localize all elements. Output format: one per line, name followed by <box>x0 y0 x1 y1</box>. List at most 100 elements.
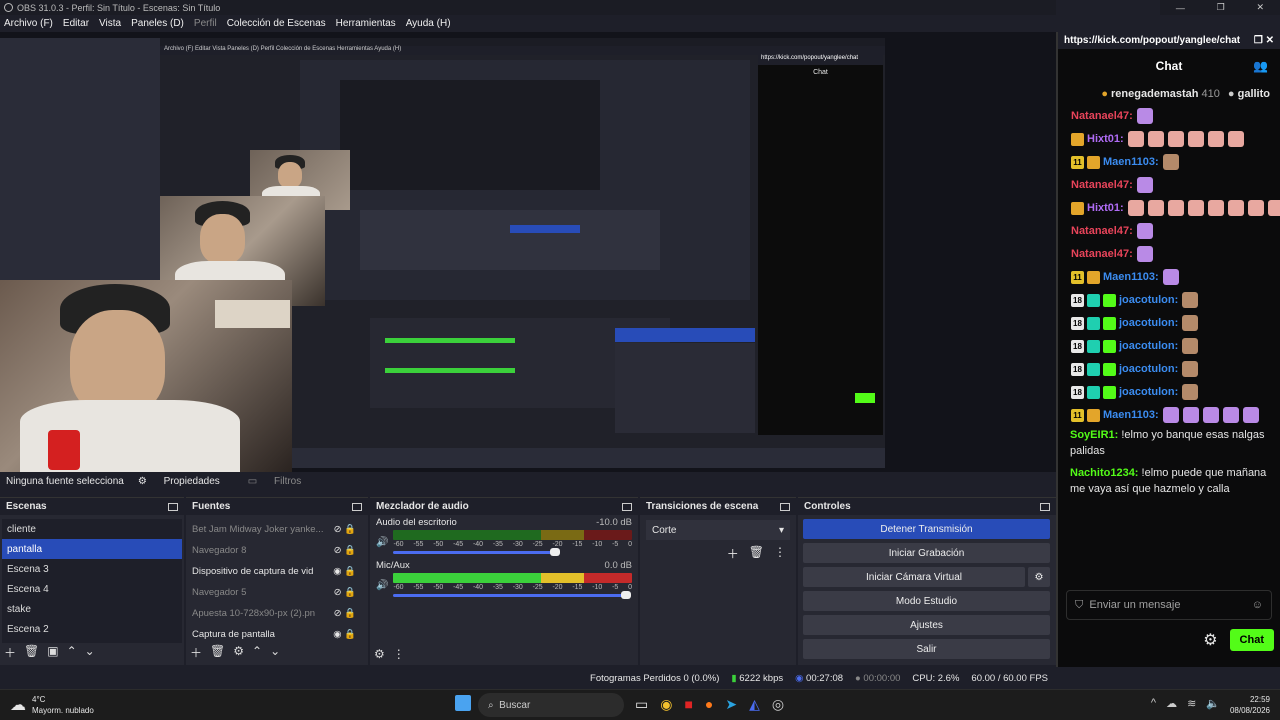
source-item[interactable]: Dispositivo de captura de vid ◉ 🔒 <box>188 561 366 582</box>
more-icon[interactable]: ⋮ <box>393 647 405 661</box>
delete-source-icon[interactable]: 🗑 <box>210 644 225 661</box>
firefox-icon[interactable]: ● <box>705 696 713 713</box>
source-item[interactable]: Navegador 8 ⊘ 🔒 <box>188 540 366 561</box>
source-item[interactable]: Bet Jam Midway Joker yanke... ⊘ 🔒 <box>188 519 366 540</box>
telegram-icon[interactable]: ➤ <box>725 696 737 713</box>
eye-hidden-icon[interactable]: ⊘ 🔒 <box>334 545 356 556</box>
menu-vista[interactable]: Vista <box>99 18 121 29</box>
transition-select[interactable]: Corte ▾ <box>646 520 790 540</box>
kick-window-controls[interactable]: ❐ ✕ <box>1254 35 1274 46</box>
eye-hidden-icon[interactable]: ⊘ 🔒 <box>334 524 356 535</box>
source-item[interactable]: Navegador 5 ⊘ 🔒 <box>188 582 366 603</box>
minimize-icon[interactable]: — <box>1176 3 1185 13</box>
volume-icon[interactable]: 🔈 <box>1206 697 1220 710</box>
source-item[interactable]: Captura de pantalla ◉ 🔒 <box>188 624 366 645</box>
chrome-icon[interactable]: ◉ <box>660 696 672 713</box>
chevron-up-icon[interactable]: ^ <box>1151 697 1156 710</box>
source-settings-icon[interactable]: ⚙ <box>233 644 244 661</box>
start-recording-button[interactable]: Iniciar Grabación <box>803 543 1050 563</box>
chat-username[interactable]: Maen1103: <box>1103 271 1159 283</box>
chat-username[interactable]: joacotulon: <box>1119 340 1178 352</box>
menu-editar[interactable]: Editar <box>63 18 89 29</box>
scene-item[interactable]: stake <box>2 599 182 619</box>
chat-username[interactable]: Hixt01: <box>1087 202 1124 214</box>
app-icon[interactable]: ■ <box>684 696 692 713</box>
chat-username[interactable]: Maen1103: <box>1103 409 1159 421</box>
eye-hidden-icon[interactable]: ⊘ 🔒 <box>334 608 356 619</box>
volume-slider[interactable] <box>393 548 560 556</box>
clock[interactable]: 22:59 08/08/2026 <box>1230 694 1270 716</box>
virtual-camera-settings-icon[interactable]: ⚙ <box>1028 567 1050 587</box>
filters-button[interactable]: ▭ Filtros <box>248 476 315 487</box>
menu-archivo[interactable]: Archivo (F) <box>4 18 53 29</box>
add-transition-icon[interactable]: ＋ <box>727 545 739 562</box>
menu-herramientas[interactable]: Herramientas <box>336 18 396 29</box>
delete-scene-icon[interactable]: 🗑 <box>24 644 39 661</box>
settings-button[interactable]: Ajustes <box>803 615 1050 635</box>
properties-button[interactable]: ⚙ Propiedades <box>138 476 234 487</box>
menu-perfil[interactable]: Perfil <box>194 18 217 29</box>
move-up-icon[interactable]: ⌃ <box>67 644 77 661</box>
chat-username[interactable]: SoyEIR1: <box>1070 429 1121 441</box>
task-view-icon[interactable]: ▭ <box>635 696 648 713</box>
chat-username[interactable]: Maen1103: <box>1103 156 1159 168</box>
eye-icon[interactable]: ◉ 🔒 <box>333 629 356 640</box>
chat-username[interactable]: Hixt01: <box>1087 133 1124 145</box>
menu-ayuda[interactable]: Ayuda (H) <box>406 18 451 29</box>
close-icon[interactable]: ✕ <box>1257 2 1265 13</box>
maximize-icon[interactable]: ❐ <box>1217 2 1225 13</box>
add-source-icon[interactable]: ＋ <box>190 644 202 661</box>
chat-username[interactable]: joacotulon: <box>1119 386 1178 398</box>
menu-coleccion[interactable]: Colección de Escenas <box>227 18 326 29</box>
delete-transition-icon[interactable]: 🗑 <box>749 545 764 562</box>
popout-icon[interactable] <box>1040 502 1050 511</box>
scene-filter-icon[interactable]: ▣ <box>47 644 58 661</box>
speaker-icon[interactable]: 🔊 <box>376 537 388 548</box>
eye-hidden-icon[interactable]: ⊘ 🔒 <box>334 587 356 598</box>
emoji-icon[interactable]: ☺ <box>1252 599 1263 611</box>
popout-icon[interactable] <box>780 502 790 511</box>
studio-mode-button[interactable]: Modo Estudio <box>803 591 1050 611</box>
send-chat-button[interactable]: Chat <box>1229 629 1274 651</box>
start-virtual-camera-button[interactable]: Iniciar Cámara Virtual <box>803 567 1025 587</box>
move-up-icon[interactable]: ⌃ <box>252 644 262 661</box>
chat-username[interactable]: Natanael47: <box>1071 179 1133 191</box>
popout-icon[interactable] <box>352 502 362 511</box>
taskbar-search[interactable]: ⌕ Buscar <box>478 693 624 717</box>
more-icon[interactable]: ⋮ <box>774 545 786 562</box>
chat-input[interactable]: ⛉ Enviar un mensaje ☺ <box>1066 590 1272 620</box>
chat-username[interactable]: Natanael47: <box>1071 110 1133 122</box>
chat-username[interactable]: Natanael47: <box>1071 248 1133 260</box>
obs-icon[interactable]: ◎ <box>772 696 784 713</box>
chat-username[interactable]: joacotulon: <box>1119 317 1178 329</box>
scene-item[interactable]: cliente <box>2 519 182 539</box>
chat-username[interactable]: joacotulon: <box>1119 294 1178 306</box>
start-icon[interactable] <box>455 695 471 711</box>
chat-username[interactable]: Natanael47: <box>1071 225 1133 237</box>
popout-icon[interactable] <box>622 502 632 511</box>
scene-item[interactable]: Escena 4 <box>2 579 182 599</box>
move-down-icon[interactable]: ⌄ <box>270 644 280 661</box>
users-icon[interactable]: 👥 <box>1253 59 1268 73</box>
cloud-tray-icon[interactable]: ☁ <box>1166 697 1177 710</box>
exit-button[interactable]: Salir <box>803 639 1050 659</box>
eye-icon[interactable]: ◉ 🔒 <box>333 566 356 577</box>
chat-settings-icon[interactable]: ⚙ <box>1203 630 1217 650</box>
wifi-icon[interactable]: ≋ <box>1187 697 1196 710</box>
mixer-settings-icon[interactable]: ⚙ <box>374 647 385 661</box>
scene-item[interactable]: Escena 2 <box>2 619 182 639</box>
scene-item[interactable]: Escena 3 <box>2 559 182 579</box>
menu-paneles[interactable]: Paneles (D) <box>131 18 184 29</box>
source-item[interactable]: Apuesta 10-728x90-px (2).pn ⊘ 🔒 <box>188 603 366 624</box>
chat-username[interactable]: joacotulon: <box>1119 363 1178 375</box>
stop-streaming-button[interactable]: Detener Transmisión <box>803 519 1050 539</box>
add-scene-icon[interactable]: ＋ <box>4 644 16 661</box>
volume-slider[interactable] <box>393 591 632 599</box>
chat-username[interactable]: Nachito1234: <box>1070 467 1142 479</box>
app-icon[interactable]: ◭ <box>749 696 760 713</box>
move-down-icon[interactable]: ⌄ <box>85 644 95 661</box>
weather-widget[interactable]: ☁ 4°C Mayorm. nublado <box>10 694 94 716</box>
scene-item-selected[interactable]: pantalla <box>2 539 182 559</box>
popout-icon[interactable] <box>168 502 178 511</box>
speaker-icon[interactable]: 🔊 <box>376 580 388 591</box>
